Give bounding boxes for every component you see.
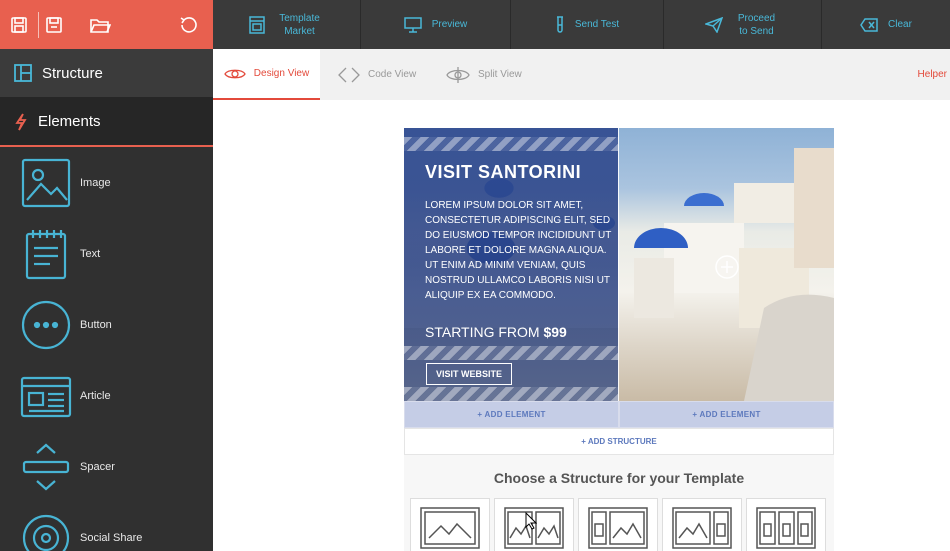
element-spacer[interactable]: Spacer: [0, 431, 213, 502]
undo-icon[interactable]: [131, 0, 213, 49]
image-icon: [21, 158, 71, 207]
template-market-label: Template Market: [279, 12, 320, 37]
split-view-label: Split View: [478, 69, 522, 80]
column-divider: [618, 128, 619, 401]
proceed-to-send-button[interactable]: Proceed to Send: [664, 0, 822, 49]
add-element-left-button[interactable]: + ADD ELEMENT: [404, 401, 619, 428]
proceed-to-send-label: Proceed to Send: [737, 12, 776, 37]
layout-single-icon: [420, 507, 480, 549]
monitor-icon: [403, 16, 422, 33]
test-tube-icon: [556, 15, 563, 33]
button-icon: [21, 300, 71, 349]
visit-website-button[interactable]: VISIT WEBSITE: [426, 363, 512, 385]
decor-stripe-middle: [404, 346, 618, 360]
add-structure-button[interactable]: + ADD STRUCTURE: [404, 428, 834, 455]
send-test-button[interactable]: Send Test: [511, 0, 664, 49]
paper-plane-icon: [704, 16, 723, 33]
tab-design-view[interactable]: Design View: [213, 49, 320, 100]
layout-three-column-icon: [756, 507, 816, 549]
layout-left-narrow-icon: [588, 507, 648, 549]
element-label: Image: [80, 176, 111, 189]
add-element-row: + ADD ELEMENT + ADD ELEMENT: [404, 401, 834, 428]
structure-option-single[interactable]: [410, 498, 490, 551]
social-icon: [22, 514, 70, 551]
preview-label: Preview: [431, 19, 468, 30]
tab-code-view[interactable]: Code View: [338, 49, 416, 100]
design-view-label: Design View: [253, 68, 310, 79]
left-sidebar: Structure Elements Image Text Button Art…: [0, 0, 213, 551]
structure-option-left-sidebar[interactable]: [578, 498, 658, 551]
elements-tab[interactable]: Elements: [0, 98, 213, 147]
element-image[interactable]: Image: [0, 147, 213, 218]
element-label: Spacer: [80, 460, 115, 473]
promo-title[interactable]: VISIT SANTORINI: [425, 162, 581, 183]
decor-stripe-bottom: [404, 387, 618, 401]
preview-button[interactable]: Preview: [361, 0, 511, 49]
tab-split-view[interactable]: Split View: [446, 49, 522, 100]
save-icon[interactable]: [0, 0, 38, 49]
design-canvas: VISIT SANTORINI Lorem ipsum dolor sit am…: [213, 100, 950, 551]
clear-icon: [860, 17, 878, 32]
save-as-icon[interactable]: [39, 0, 69, 49]
element-label: Article: [80, 389, 111, 402]
promo-body-text[interactable]: Lorem ipsum dolor sit amet, consectetur …: [425, 198, 615, 303]
split-view-icon: [446, 66, 470, 83]
eye-icon: [224, 69, 246, 78]
structure-option-right-sidebar[interactable]: [662, 498, 742, 551]
send-test-label: Send Test: [574, 19, 620, 30]
add-content-icon[interactable]: [714, 254, 740, 280]
article-icon: [20, 376, 72, 417]
spacer-icon: [22, 443, 70, 490]
structure-tab[interactable]: Structure: [0, 49, 213, 98]
lightning-icon: [15, 113, 27, 130]
structure-chooser: Choose a Structure for your Template: [404, 455, 834, 551]
promo-price[interactable]: STARTING FROM $99: [425, 324, 567, 340]
elements-label: Elements: [38, 113, 101, 130]
template-market-icon: [248, 15, 265, 34]
structure-icon: [14, 64, 32, 82]
template-hero-block[interactable]: VISIT SANTORINI Lorem ipsum dolor sit am…: [404, 128, 834, 401]
element-label: Social Share: [80, 531, 143, 544]
decor-stripe-top: [404, 137, 618, 151]
structure-option-three-columns[interactable]: [746, 498, 826, 551]
top-toolbar: Template Market Preview Send Test Procee…: [213, 0, 950, 49]
code-view-label: Code View: [368, 69, 417, 80]
structure-label: Structure: [42, 64, 103, 82]
mouse-cursor-icon: [525, 512, 537, 530]
view-tabs: Design View Code View Split View Helper: [213, 49, 950, 100]
element-label: Button: [80, 318, 112, 331]
element-text[interactable]: Text: [0, 218, 213, 289]
text-icon: [25, 229, 67, 279]
element-button[interactable]: Button: [0, 289, 213, 360]
clear-button[interactable]: Clear: [822, 0, 950, 49]
price-value: $99: [543, 324, 567, 340]
helper-link[interactable]: Helper: [918, 69, 947, 80]
add-element-right-button[interactable]: + ADD ELEMENT: [619, 401, 834, 428]
layout-right-narrow-icon: [672, 507, 732, 549]
element-social-share[interactable]: Social Share: [0, 502, 213, 551]
price-prefix: STARTING FROM: [425, 324, 544, 340]
clear-label: Clear: [888, 19, 912, 30]
open-folder-icon[interactable]: [69, 0, 131, 49]
element-article[interactable]: Article: [0, 360, 213, 431]
structure-chooser-title: Choose a Structure for your Template: [493, 470, 745, 486]
code-icon: [338, 67, 360, 82]
file-actions-bar: [0, 0, 213, 49]
element-label: Text: [80, 247, 101, 260]
template-market-button[interactable]: Template Market: [213, 0, 361, 49]
